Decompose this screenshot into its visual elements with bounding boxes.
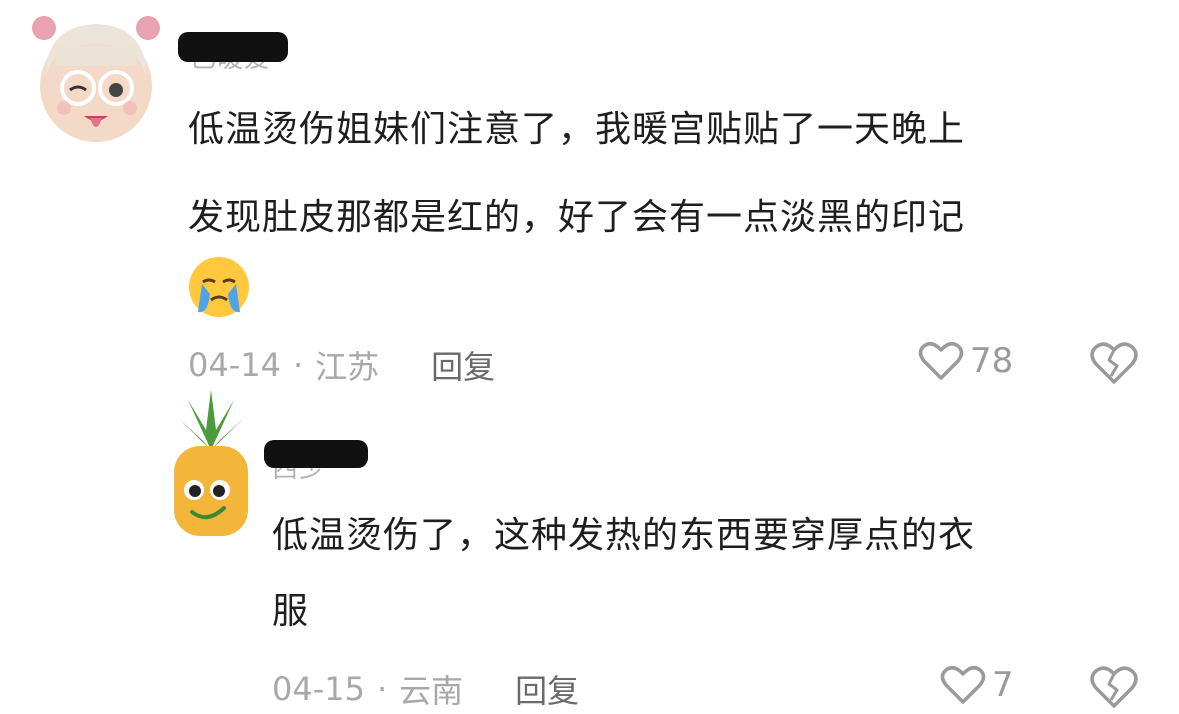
broken-heart-icon	[1090, 666, 1138, 708]
broken-heart-icon	[1090, 342, 1138, 384]
pineapple-avatar-icon	[174, 390, 248, 536]
comment-location: 云南	[399, 672, 464, 710]
redaction-mark	[178, 32, 288, 62]
crying-face-icon	[186, 254, 252, 320]
comment-location: 江苏	[315, 348, 380, 386]
user-avatar[interactable]	[26, 6, 166, 146]
user-avatar[interactable]	[168, 390, 254, 540]
comment-date: 04-15	[272, 670, 365, 708]
reply-button[interactable]: 回复	[515, 666, 579, 712]
separator-dot: ·	[376, 670, 388, 708]
comment-meta: 04-14 · 江苏 回复	[188, 342, 495, 388]
like-button[interactable]: 7	[940, 664, 1014, 706]
separator-dot: ·	[292, 346, 304, 384]
memoji-girl-avatar-icon	[32, 16, 160, 142]
comment-text: 低温烫伤了，这种发热的东西要穿厚点的衣 服	[272, 515, 976, 632]
like-count: 78	[970, 341, 1014, 381]
comment-meta: 04-15 · 云南 回复	[272, 666, 579, 712]
like-button[interactable]: 78	[918, 340, 1013, 382]
comment-text: 低温烫伤姐妹们注意了，我暖宫贴贴了一天晚上 发现肚皮那都是红的，好了会有一点淡黑…	[188, 109, 966, 238]
reply-button[interactable]: 回复	[431, 342, 495, 388]
dislike-button[interactable]	[1088, 340, 1140, 386]
comment-date: 04-14	[188, 346, 281, 384]
dislike-button[interactable]	[1088, 664, 1140, 710]
like-count: 7	[992, 665, 1014, 705]
heart-icon	[940, 666, 986, 704]
redaction-mark	[264, 440, 368, 468]
heart-icon	[918, 342, 964, 380]
